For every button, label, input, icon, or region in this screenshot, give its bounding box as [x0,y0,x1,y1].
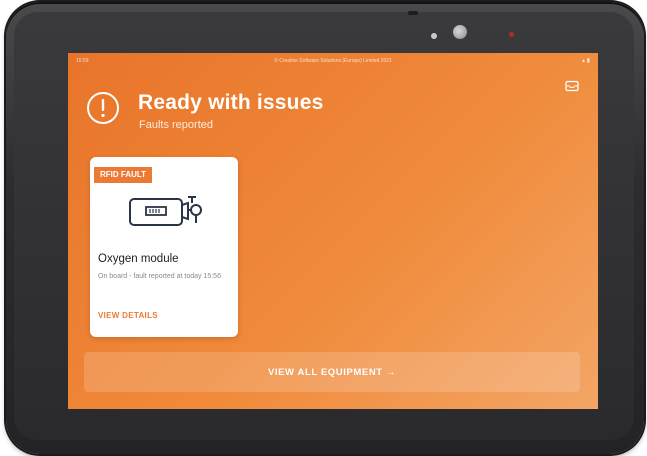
oxygen-cylinder-icon [129,196,202,226]
product-photo: 15:59 © Creative Software Solutions (Eur… [0,0,647,456]
mail-icon[interactable] [565,80,579,92]
equipment-card[interactable]: RFID FAULT Oxygen module On board - faul… [90,157,238,337]
camera-lens [453,25,467,39]
page-subtitle: Faults reported [139,119,213,131]
copyright-text: © Creative Software Solutions (Europe) L… [274,58,392,64]
fault-badge: RFID FAULT [94,167,153,183]
card-description: On board - fault reported at today 15:56 [98,273,221,280]
exclamation-circle-icon [87,92,119,124]
app-screen: 15:59 © Creative Software Solutions (Eur… [68,53,598,409]
sensor-dot [431,33,437,39]
card-title: Oxygen module [98,253,179,265]
tablet-top-slot [408,11,418,15]
page-title: Ready with issues [138,91,324,114]
status-bar: 15:59 © Creative Software Solutions (Eur… [68,53,598,67]
view-all-equipment-button[interactable]: VIEW ALL EQUIPMENT → [84,352,580,392]
indicator-led [509,32,514,37]
view-details-link[interactable]: VIEW DETAILS [98,311,158,320]
status-icons: ▴ ▮ [582,58,590,64]
